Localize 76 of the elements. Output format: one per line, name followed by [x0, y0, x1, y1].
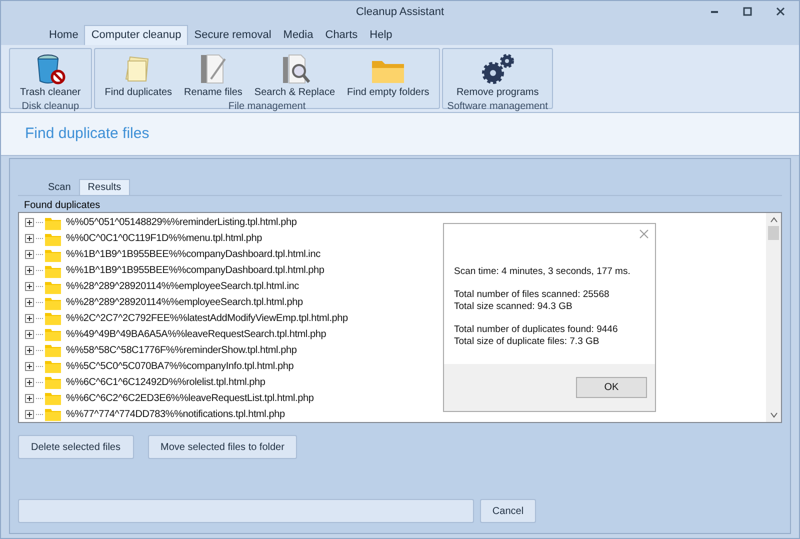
tree-item[interactable]: %%1B^1B9^1B955BEE%%companyDashboard.tpl.html.inc [66, 247, 320, 262]
gears-icon [480, 53, 516, 85]
expand-icon[interactable] [25, 330, 34, 339]
group-label: File management [228, 100, 306, 113]
folder-icon [45, 280, 61, 294]
page-title: Find duplicate files [25, 124, 150, 144]
folder-icon [45, 232, 61, 246]
tree-item[interactable]: %%28^289^28920114%%employeeSearch.tpl.html.php [66, 295, 303, 310]
tree-item[interactable]: %%5C^5C0^5C070BA7%%companyInfo.tpl.html.php [66, 358, 294, 374]
tree-item[interactable]: %%2C^2C7^2C792FEE%%latestAddModifyViewEmp.tpl.html.php [66, 310, 348, 326]
tree-item[interactable]: %%58^58C^58C1776F%%reminderShow.tpl.html.php [66, 342, 297, 358]
expand-icon[interactable] [25, 282, 34, 292]
group-label: Found duplicates [24, 200, 102, 212]
group-label: Software management [447, 100, 548, 113]
tree-item[interactable]: %%0C^0C1^0C119F1D%%menu.tpl.html.php [66, 231, 262, 246]
dialog-text: Total number of duplicates found: 9446 [454, 324, 619, 336]
tree-item[interactable]: %%6C^6C1^6C12492D%%rolelist.tpl.html.php [66, 374, 266, 390]
ok-button[interactable]: OK [576, 377, 647, 398]
sub-tab[interactable]: Results [78, 179, 130, 195]
sub-tab[interactable]: Scan [40, 179, 79, 195]
scroll-up-icon[interactable] [770, 216, 778, 224]
dialog-text: Scan time: 4 minutes, 3 seconds, 177 ms. [454, 266, 632, 278]
folder-icon [45, 248, 61, 262]
action-button[interactable]: Delete selected files [18, 435, 134, 459]
close-icon[interactable] [776, 7, 785, 16]
action-button[interactable]: Move selected files to folder [148, 435, 298, 459]
close-icon[interactable] [639, 229, 649, 239]
menu-tab[interactable]: Computer cleanup [84, 25, 188, 45]
folder-icon [45, 407, 61, 422]
dialog-text: Total size of duplicate files: 7.3 GB [454, 336, 600, 348]
expand-icon[interactable] [25, 410, 34, 419]
folder-icon [45, 296, 61, 310]
folder-icon [45, 327, 61, 342]
expand-icon[interactable] [25, 362, 34, 371]
tree-item[interactable]: %%49^49B^49BA6A5A%%leaveRequestSearch.tpl.html.php [66, 326, 326, 342]
folder-icon [45, 216, 61, 230]
ribbon-button[interactable]: Rename files [178, 49, 248, 100]
dialog-text: Total number of files scanned: 25568 [454, 289, 610, 301]
tree-item[interactable]: %%1B^1B9^1B955BEE%%companyDashboard.tpl.html.php [66, 263, 324, 278]
group-label: Disk cleanup [22, 100, 80, 113]
ribbon-button[interactable]: Trash cleaner [14, 49, 87, 100]
maximize-icon[interactable] [743, 7, 752, 16]
folder-icon [45, 375, 61, 390]
ribbon-button[interactable]: Find duplicates [98, 49, 178, 100]
menu-tab[interactable]: Media [277, 25, 320, 45]
folder-icon [45, 264, 61, 278]
scroll-thumb[interactable] [768, 226, 779, 240]
ribbon-button[interactable]: Search & Replace [248, 49, 342, 100]
folder-icon [45, 359, 61, 374]
scrollbar[interactable] [766, 213, 781, 422]
expand-icon[interactable] [25, 378, 34, 387]
expand-icon[interactable] [25, 266, 34, 276]
folder-icon [45, 311, 61, 326]
scroll-down-icon[interactable] [770, 411, 778, 419]
dialog-text: Total size scanned: 94.3 GB [454, 301, 574, 313]
tree-item[interactable]: %%6C^6C2^6C2ED3E6%%leaveRequestList.tpl.html.php [66, 390, 314, 406]
expand-icon[interactable] [25, 298, 34, 308]
expand-icon[interactable] [25, 394, 34, 403]
menu-tab[interactable]: Home [43, 25, 84, 45]
cancel-button[interactable]: Cancel [480, 499, 536, 523]
tree-item[interactable]: %%05^051^05148829%%reminderListing.tpl.html.php [66, 215, 297, 230]
ribbon-button[interactable]: Remove programs [450, 49, 545, 100]
expand-icon[interactable] [25, 250, 34, 260]
expand-icon[interactable] [25, 346, 34, 355]
expand-icon[interactable] [25, 234, 34, 244]
menu-tab[interactable]: Secure removal [188, 25, 278, 45]
window-title: Cleanup Assistant [356, 4, 444, 20]
tree-item[interactable]: %%77^774^774DD783%%notifications.tpl.html.php [66, 406, 285, 422]
menu-tab[interactable]: Charts [319, 25, 364, 45]
folder-icon [45, 343, 61, 358]
expand-icon[interactable] [25, 218, 34, 228]
menu-tab[interactable]: Help [364, 25, 398, 45]
ribbon-button[interactable]: Find empty folders [341, 49, 436, 100]
folder-icon [45, 391, 61, 406]
tree-item[interactable]: %%28^289^28920114%%employeeSearch.tpl.html.inc [66, 279, 299, 294]
expand-icon[interactable] [25, 314, 34, 323]
